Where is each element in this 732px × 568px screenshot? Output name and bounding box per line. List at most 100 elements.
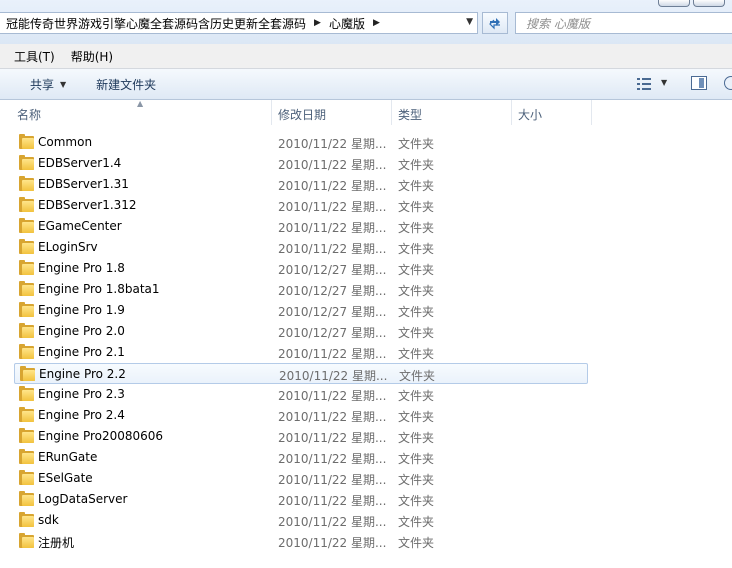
file-date: 2010/11/22 星期... <box>278 389 387 403</box>
file-name: Engine Pro 1.9 <box>38 303 125 317</box>
column-date[interactable]: 修改日期 <box>278 106 326 123</box>
column-divider[interactable] <box>591 100 592 125</box>
file-row[interactable]: Engine Pro 1.8 2010/12/27 星期... 文件夹 <box>14 258 588 279</box>
share-button[interactable]: 共享 ▼ <box>20 76 76 93</box>
chevron-down-icon: ▼ <box>60 79 67 89</box>
file-date: 2010/12/27 星期... <box>278 326 387 340</box>
file-name: Engine Pro 1.8 <box>38 261 125 275</box>
file-type: 文件夹 <box>398 410 435 424</box>
file-row[interactable]: EDBServer1.31 2010/11/22 星期... 文件夹 <box>14 174 588 195</box>
folder-icon <box>19 197 34 212</box>
file-row[interactable]: Engine Pro 1.8bata1 2010/12/27 星期... 文件夹 <box>14 279 588 300</box>
file-type: 文件夹 <box>399 369 436 383</box>
file-type: 文件夹 <box>398 494 435 508</box>
breadcrumb-arrow-icon[interactable]: ▶ <box>373 18 380 28</box>
file-name: sdk <box>38 513 59 527</box>
folder-icon <box>19 533 34 548</box>
folder-icon <box>19 449 34 464</box>
file-date: 2010/12/27 星期... <box>278 284 387 298</box>
menu-help[interactable]: 帮助(H) <box>63 48 121 65</box>
file-type: 文件夹 <box>398 284 435 298</box>
file-date: 2010/11/22 星期... <box>278 536 387 550</box>
file-type: 文件夹 <box>398 221 435 235</box>
file-type: 文件夹 <box>398 137 435 151</box>
file-name: EDBServer1.31 <box>38 177 129 191</box>
folder-icon <box>19 470 34 485</box>
column-name[interactable]: 名称 <box>17 106 41 123</box>
file-type: 文件夹 <box>398 515 435 529</box>
file-row[interactable]: Engine Pro20080606 2010/11/22 星期... 文件夹 <box>14 426 588 447</box>
folder-icon <box>19 260 34 275</box>
folder-icon <box>20 366 35 381</box>
file-date: 2010/12/27 星期... <box>278 305 387 319</box>
view-dropdown-icon[interactable]: ▼ <box>661 78 667 87</box>
file-row[interactable]: Engine Pro 2.3 2010/11/22 星期... 文件夹 <box>14 384 588 405</box>
breadcrumb-arrow-icon[interactable]: ▶ <box>314 18 321 28</box>
file-row[interactable]: EDBServer1.312 2010/11/22 星期... 文件夹 <box>14 195 588 216</box>
file-type: 文件夹 <box>398 347 435 361</box>
column-size[interactable]: 大小 <box>518 106 542 123</box>
column-divider[interactable] <box>511 100 512 125</box>
help-icon[interactable] <box>724 76 732 90</box>
search-placeholder: 搜索 心魔版 <box>526 16 590 31</box>
column-type[interactable]: 类型 <box>398 106 422 123</box>
folder-icon <box>19 176 34 191</box>
file-date: 2010/11/22 星期... <box>278 473 387 487</box>
file-row[interactable]: Engine Pro 2.0 2010/12/27 星期... 文件夹 <box>14 321 588 342</box>
folder-icon <box>19 218 34 233</box>
file-name: Common <box>38 135 93 149</box>
address-bar[interactable]: 冠能传奇世界游戏引擎心魔全套源码含历史更新全套源码 ▶ 心魔版 ▶ ▼ <box>0 12 478 34</box>
folder-icon <box>19 239 34 254</box>
file-date: 2010/11/22 星期... <box>279 369 388 383</box>
sort-arrow-icon: ▲ <box>137 99 144 108</box>
file-date: 2010/11/22 星期... <box>278 200 387 214</box>
new-folder-button[interactable]: 新建文件夹 <box>86 76 166 93</box>
maximize-button[interactable] <box>693 0 725 7</box>
breadcrumb-current[interactable]: 心魔版 <box>329 15 365 32</box>
folder-icon <box>19 344 34 359</box>
file-date: 2010/11/22 星期... <box>278 347 387 361</box>
file-row[interactable]: EDBServer1.4 2010/11/22 星期... 文件夹 <box>14 153 588 174</box>
file-row[interactable]: sdk 2010/11/22 星期... 文件夹 <box>14 510 588 531</box>
folder-icon <box>19 512 34 527</box>
file-name: EDBServer1.312 <box>38 198 137 212</box>
refresh-button[interactable] <box>482 12 508 34</box>
search-input[interactable]: 搜索 心魔版 <box>515 12 732 34</box>
file-row[interactable]: 注册机 2010/11/22 星期... 文件夹 <box>14 531 588 552</box>
file-row[interactable]: ELoginSrv 2010/11/22 星期... 文件夹 <box>14 237 588 258</box>
column-divider[interactable] <box>271 100 272 125</box>
file-name: Engine Pro 1.8bata1 <box>38 282 160 296</box>
file-row[interactable]: ESelGate 2010/11/22 星期... 文件夹 <box>14 468 588 489</box>
file-name: ELoginSrv <box>38 240 98 254</box>
refresh-icon <box>489 18 500 30</box>
file-type: 文件夹 <box>398 326 435 340</box>
file-row[interactable]: Engine Pro 2.2 2010/11/22 星期... 文件夹 <box>14 363 588 384</box>
file-row[interactable]: Engine Pro 1.9 2010/12/27 星期... 文件夹 <box>14 300 588 321</box>
menu-tools[interactable]: 工具(T) <box>6 48 63 65</box>
preview-pane-icon[interactable] <box>691 76 707 90</box>
file-row[interactable]: EGameCenter 2010/11/22 星期... 文件夹 <box>14 216 588 237</box>
file-date: 2010/11/22 星期... <box>278 515 387 529</box>
file-row[interactable]: LogDataServer 2010/11/22 星期... 文件夹 <box>14 489 588 510</box>
file-name: 注册机 <box>38 536 75 550</box>
file-row[interactable]: Engine Pro 2.4 2010/11/22 星期... 文件夹 <box>14 405 588 426</box>
file-date: 2010/11/22 星期... <box>278 137 387 151</box>
column-header: ▲ 名称 修改日期 类型 大小 <box>0 99 732 126</box>
file-date: 2010/11/22 星期... <box>278 431 387 445</box>
file-name: EDBServer1.4 <box>38 156 122 170</box>
column-divider[interactable] <box>391 100 392 125</box>
file-row[interactable]: Common 2010/11/22 星期... 文件夹 <box>14 132 588 153</box>
minimize-button[interactable] <box>658 0 690 7</box>
view-options-icon[interactable] <box>637 78 651 90</box>
file-type: 文件夹 <box>398 242 435 256</box>
menu-bar: 工具(T) 帮助(H) <box>0 44 732 69</box>
file-type: 文件夹 <box>398 389 435 403</box>
file-name: EGameCenter <box>38 219 122 233</box>
address-dropdown-icon[interactable]: ▼ <box>466 17 473 27</box>
file-date: 2010/11/22 星期... <box>278 494 387 508</box>
breadcrumb-parent[interactable]: 冠能传奇世界游戏引擎心魔全套源码含历史更新全套源码 <box>0 15 306 32</box>
file-row[interactable]: ERunGate 2010/11/22 星期... 文件夹 <box>14 447 588 468</box>
file-row[interactable]: Engine Pro 2.1 2010/11/22 星期... 文件夹 <box>14 342 588 363</box>
file-type: 文件夹 <box>398 263 435 277</box>
file-type: 文件夹 <box>398 536 435 550</box>
